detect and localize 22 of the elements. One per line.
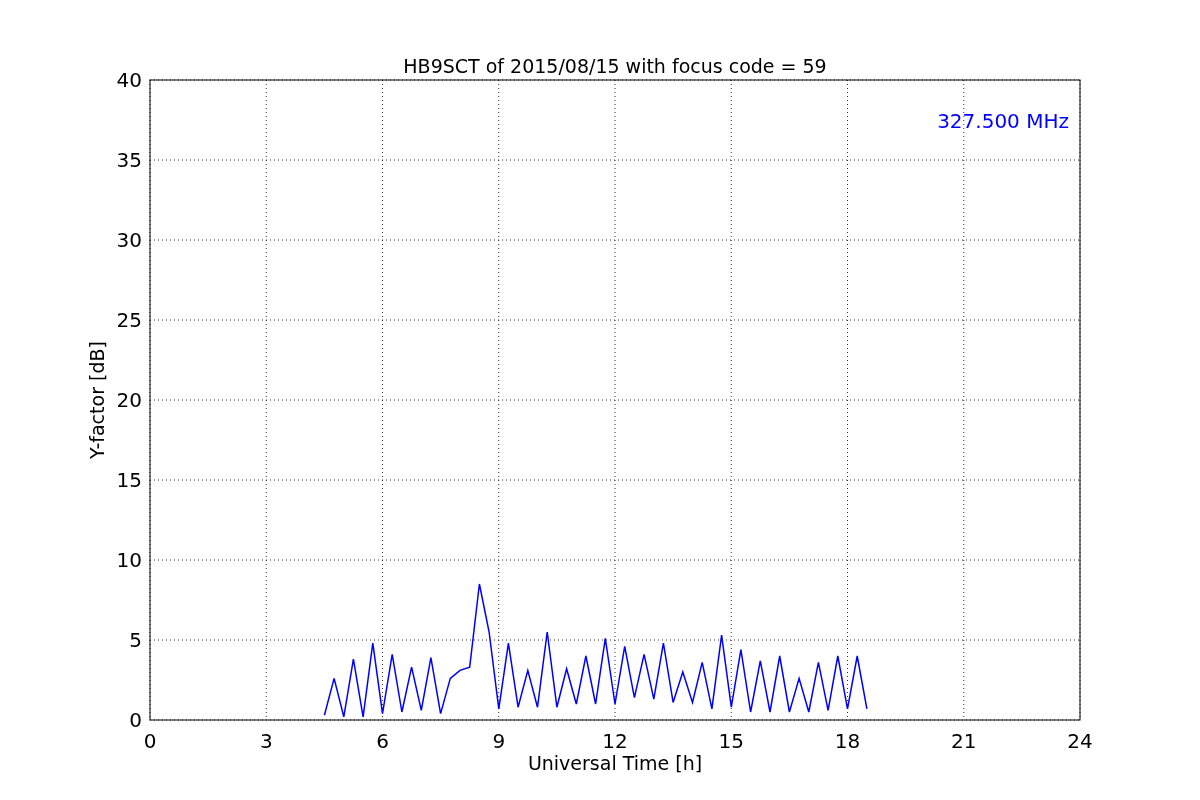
y-tick-label: 35: [116, 148, 142, 172]
x-tick-label: 15: [718, 729, 744, 753]
y-tick-label: 20: [116, 388, 142, 412]
y-tick-label: 30: [116, 228, 142, 252]
x-tick-label: 9: [492, 729, 506, 753]
x-tick-label: 12: [602, 729, 628, 753]
x-tick-label: 21: [951, 729, 977, 753]
y-tick-label: 15: [116, 468, 142, 492]
x-tick-label: 24: [1067, 729, 1093, 753]
y-tick-label: 10: [116, 548, 142, 572]
chart-title: HB9SCT of 2015/08/15 with focus code = 59: [403, 55, 827, 77]
x-tick-label: 0: [143, 729, 157, 753]
y-tick-label: 5: [129, 628, 142, 652]
series-label: 327.500 MHz: [937, 109, 1069, 133]
y-tick-label: 0: [129, 708, 142, 732]
x-tick-label: 6: [376, 729, 389, 753]
x-axis-label: Universal Time [h]: [527, 752, 703, 774]
y-tick-label: 25: [116, 308, 142, 332]
y-axis-label: Y-factor [dB]: [86, 341, 108, 459]
x-tick-label: 18: [834, 729, 861, 753]
x-tick-label: 3: [259, 729, 273, 753]
y-tick-label: 40: [116, 68, 142, 92]
